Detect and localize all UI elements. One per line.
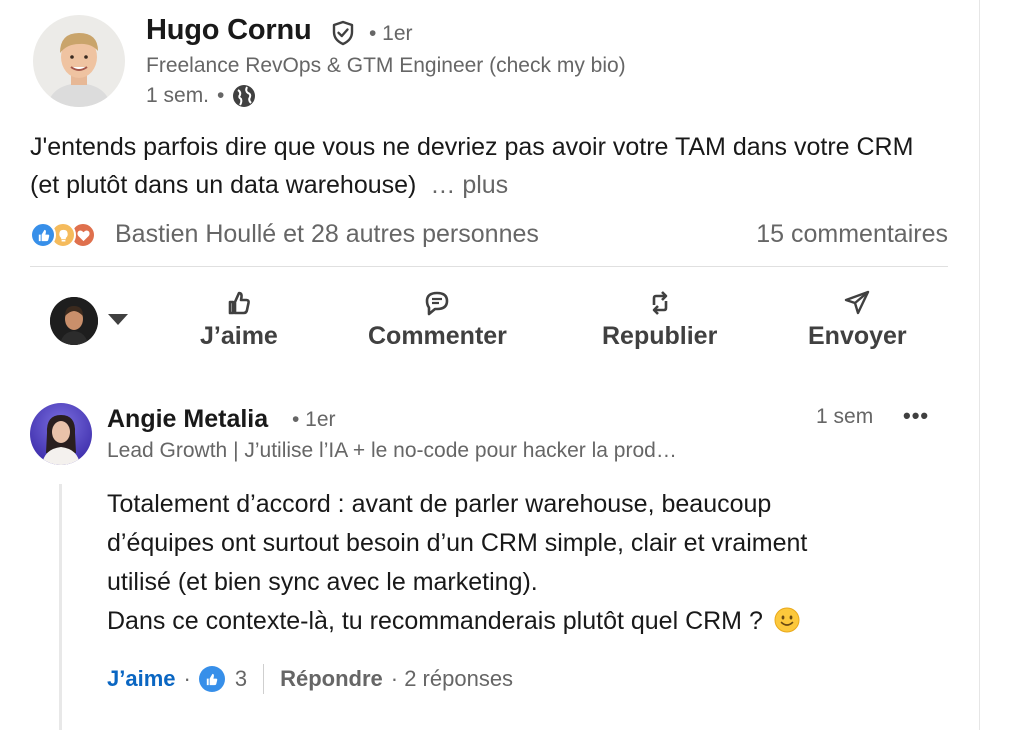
- comment-like-button[interactable]: J’aime: [107, 666, 176, 692]
- reply-button[interactable]: Répondre: [280, 666, 383, 692]
- comment-line: Totalement d’accord : avant de parler wa…: [107, 490, 772, 518]
- comment-more-options-icon[interactable]: •••: [903, 403, 929, 429]
- send-button[interactable]: Envoyer: [808, 288, 907, 351]
- post-text: J'entends parfois dire que vous ne devri…: [30, 128, 930, 204]
- see-more-link[interactable]: … plus: [430, 171, 508, 199]
- post-time: 1 sem.: [146, 84, 210, 107]
- author-name[interactable]: Hugo Cornu: [146, 14, 312, 47]
- like-button[interactable]: J’aime: [200, 288, 278, 351]
- replies-count[interactable]: · 2 réponses: [391, 666, 513, 692]
- like-icon: [30, 222, 56, 248]
- send-paper-plane-icon: [845, 290, 870, 315]
- commenter-name[interactable]: Angie Metalia: [107, 405, 268, 434]
- comment-line: d’équipes ont surtout besoin d’un CRM si…: [107, 529, 808, 557]
- author-avatar[interactable]: [33, 15, 125, 107]
- commenter-headline: Lead Growth | J’utilise l’IA + le no-cod…: [107, 439, 677, 462]
- comment-like-count[interactable]: 3: [235, 666, 247, 692]
- smiley-emoji-icon: [774, 606, 800, 633]
- thread-line: [59, 484, 62, 730]
- comment-icon: [426, 291, 449, 316]
- comment-dot: ·: [183, 666, 191, 691]
- post-meta: 1 sem. •: [146, 84, 256, 108]
- commenter-avatar[interactable]: [30, 403, 92, 465]
- globe-icon: [232, 84, 256, 108]
- connection-degree: • 1er: [369, 22, 413, 45]
- like-reaction-icon[interactable]: [198, 666, 225, 692]
- repost-label: Republier: [602, 322, 718, 350]
- comment-time: 1 sem: [816, 405, 874, 428]
- feed-right-border: [979, 0, 980, 730]
- comment-button[interactable]: Commenter: [368, 288, 507, 351]
- repost-icon: [652, 291, 667, 315]
- repost-button[interactable]: Republier: [602, 288, 717, 351]
- comment-line: Dans ce contexte-là, tu recommanderais p…: [107, 607, 763, 635]
- commenter-degree: • 1er: [292, 408, 336, 431]
- comment-text: Totalement d’accord : avant de parler wa…: [107, 485, 927, 641]
- meta-separator: •: [217, 84, 225, 107]
- divider: [30, 266, 948, 267]
- actor-switch-caret-icon[interactable]: [108, 314, 128, 325]
- comment-label: Commenter: [368, 322, 507, 350]
- comment-line-last: Dans ce contexte-là, tu recommanderais p…: [107, 602, 927, 641]
- comments-count[interactable]: 15 commentaires: [756, 220, 948, 249]
- author-headline: Freelance RevOps & GTM Engineer (check m…: [146, 54, 626, 77]
- verified-shield-icon: [330, 20, 356, 46]
- comment-actions: J’aime · 3 Répondre · 2 réponses: [107, 664, 513, 694]
- like-label: J’aime: [200, 322, 278, 350]
- actor-avatar[interactable]: [50, 297, 98, 345]
- send-label: Envoyer: [808, 322, 907, 350]
- reaction-icons[interactable]: [30, 220, 96, 250]
- reactors-summary[interactable]: Bastien Houllé et 28 autres personnes: [115, 220, 539, 249]
- thumbs-up-icon: [228, 291, 250, 315]
- comment-line: utilisé (et bien sync avec le marketing)…: [107, 568, 538, 596]
- comment-actions-divider: [263, 664, 265, 694]
